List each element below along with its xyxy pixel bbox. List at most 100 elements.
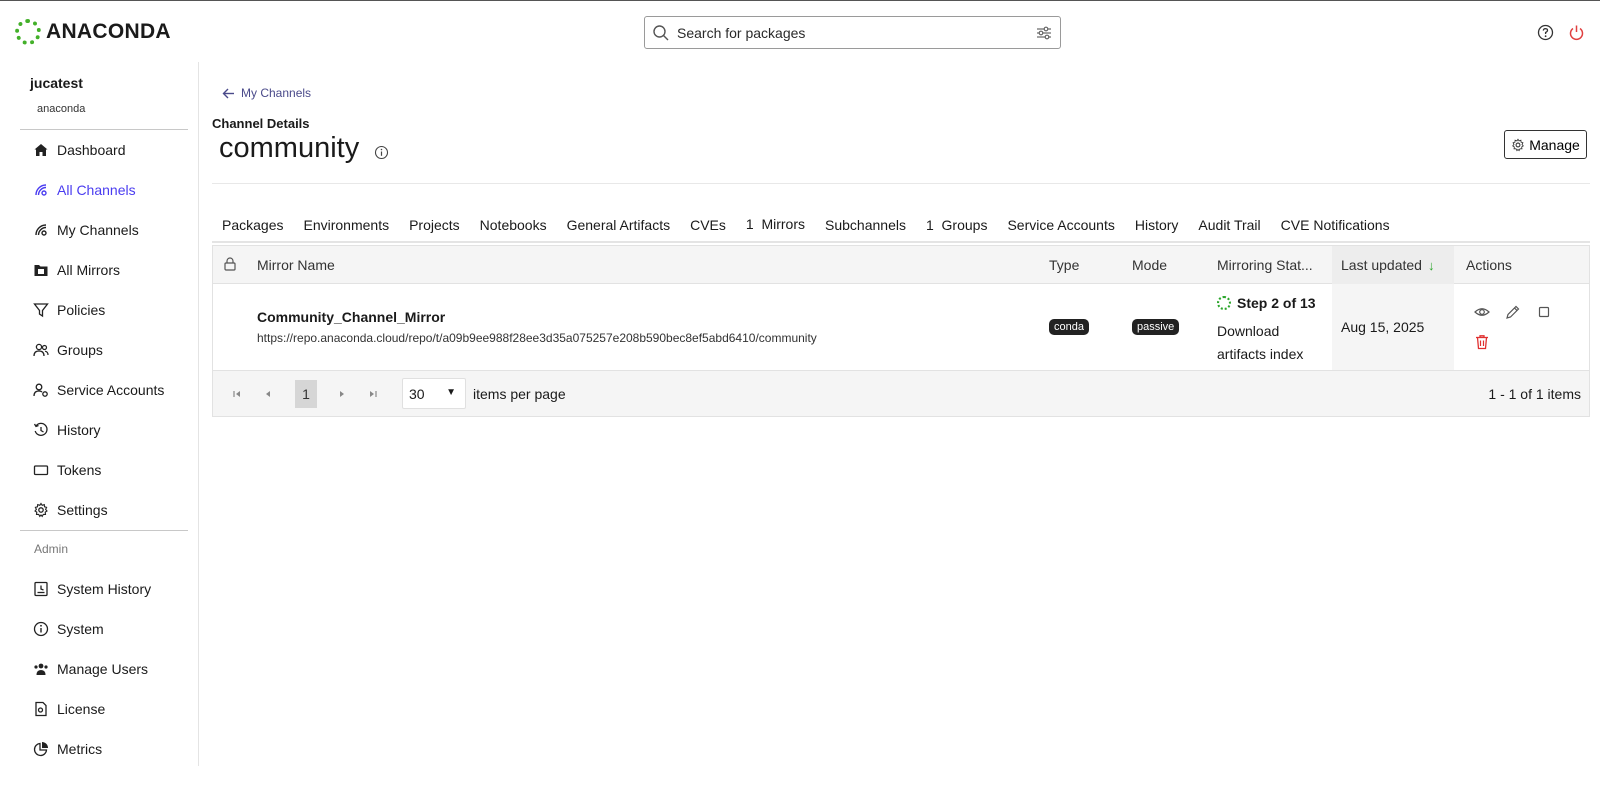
sidebar-item-policies[interactable]: Policies [33,295,105,325]
column-header-type[interactable]: Type [1049,257,1079,273]
back-to-my-channels-link[interactable]: My Channels [222,86,311,100]
sidebar-item-label: License [57,701,106,717]
tab-packages[interactable]: Packages [212,208,293,241]
column-header-actions: Actions [1466,257,1512,273]
caret-down-icon: ▼ [446,387,456,398]
info-icon [33,621,49,637]
help-icon[interactable] [1537,24,1554,41]
view-eye-icon[interactable] [1474,304,1490,320]
first-page-icon[interactable] [230,387,244,401]
sidebar-item-label: System [57,621,104,637]
anaconda-logo[interactable]: ANACONDA [15,19,171,45]
tab-cve-notifications[interactable]: CVE Notifications [1271,208,1400,241]
tab-general-artifacts[interactable]: General Artifacts [557,208,681,241]
sidebar-item-label: System History [57,581,152,597]
section-label: Channel Details [212,116,310,131]
sidebar-item-history[interactable]: History [33,415,101,445]
last-updated-value: Aug 15, 2025 [1341,319,1425,335]
tab-history[interactable]: History [1125,208,1189,241]
info-icon[interactable] [374,145,389,160]
tab-notebooks[interactable]: Notebooks [470,208,557,241]
sidebar-item-label: Policies [57,302,106,318]
sidebar-item-label: Settings [57,502,108,518]
search-box [644,16,1061,49]
sort-descending-icon: ↓ [1427,258,1435,273]
top-bar: ANACONDA [0,0,1600,62]
header-divider [212,183,1590,184]
tab-subchannels[interactable]: Subchannels [815,208,916,241]
manage-button[interactable]: Manage [1504,130,1587,159]
lock-icon [224,257,236,271]
tab-cves[interactable]: CVEs [680,208,736,241]
sidebar-item-dashboard[interactable]: Dashboard [33,135,126,165]
power-icon[interactable] [1568,24,1585,41]
sidebar-item-settings[interactable]: Settings [33,495,108,525]
sidebar-item-tokens[interactable]: Tokens [33,455,101,485]
sidebar-item-label: Metrics [57,741,103,757]
channel-tabs: Packages Environments Projects Notebooks… [212,208,1590,243]
search-icon [653,25,669,41]
tab-service-accounts[interactable]: Service Accounts [997,208,1124,241]
sidebar: jucatest anaconda Dashboard All Channels… [0,62,199,766]
sidebar-divider [20,530,188,531]
sidebar-item-license[interactable]: License [33,694,105,724]
pie-chart-icon [33,742,48,757]
sidebar-item-service-accounts[interactable]: Service Accounts [33,375,164,405]
delete-trash-icon[interactable] [1474,334,1490,350]
sidebar-item-label: Manage Users [57,661,149,677]
sidebar-item-label: Service Accounts [57,382,165,398]
users-icon [33,343,49,357]
token-icon [33,465,49,476]
sidebar-item-my-channels[interactable]: My Channels [33,215,139,245]
mirror-icon [34,265,48,276]
filter-icon [33,303,49,318]
gear-icon [34,502,48,518]
per-page-value: 30 [409,385,425,402]
history-icon [33,422,48,436]
logo-text: ANACONDA [46,20,171,43]
back-link-label: My Channels [241,86,312,100]
next-page-icon[interactable] [335,387,349,401]
sidebar-item-system[interactable]: System [33,614,104,644]
tab-audit-trail[interactable]: Audit Trail [1188,208,1270,241]
per-page-select[interactable]: 30 ▼ [402,378,466,409]
sidebar-item-label: Tokens [57,462,102,478]
tab-groups[interactable]: 1 Groups [916,208,997,241]
sidebar-item-all-channels[interactable]: All Channels [33,175,136,205]
last-page-icon[interactable] [366,387,380,401]
logo-ring-icon [15,19,41,45]
tab-mirrors[interactable]: 1 Mirrors [735,208,816,241]
mirroring-status-step: Step 2 of 13 [1217,295,1316,311]
sidebar-item-system-history[interactable]: System History [33,574,151,604]
column-header-last-updated[interactable]: Last updated ↓ [1341,257,1434,273]
stop-square-icon[interactable] [1536,304,1552,320]
previous-page-icon[interactable] [261,387,275,401]
current-page[interactable]: 1 [295,380,317,408]
search-input[interactable] [673,20,1013,45]
column-header-mirror-name[interactable]: Mirror Name [257,257,335,273]
sidebar-item-label: All Mirrors [57,262,120,278]
home-icon [34,144,48,156]
sidebar-item-label: Dashboard [57,142,126,158]
sidebar-item-metrics[interactable]: Metrics [33,734,102,764]
edit-pencil-icon[interactable] [1505,304,1521,320]
user-org: anaconda [37,103,86,115]
column-header-mirroring-status[interactable]: Mirroring Stat... [1217,257,1313,273]
manage-button-label: Manage [1529,136,1580,153]
column-header-mode[interactable]: Mode [1132,257,1167,273]
table-row: Community_Channel_Mirror https://repo.an… [213,284,1589,371]
sidebar-item-label: Groups [57,342,103,358]
tab-environments[interactable]: Environments [293,208,399,241]
users-icon [34,663,48,675]
mode-badge: passive [1132,319,1180,335]
channels-icon [35,184,47,196]
filter-settings-icon[interactable] [1036,25,1052,41]
system-history-icon [34,581,48,597]
sidebar-item-groups[interactable]: Groups [33,335,103,365]
tab-projects[interactable]: Projects [399,208,470,241]
spinner-icon [1217,296,1231,310]
mirror-url: https://repo.anaconda.cloud/repo/t/a09b9… [257,331,817,345]
status-description: Download artifacts index [1217,323,1304,362]
sidebar-item-manage-users[interactable]: Manage Users [33,654,148,684]
sidebar-item-all-mirrors[interactable]: All Mirrors [33,255,120,285]
